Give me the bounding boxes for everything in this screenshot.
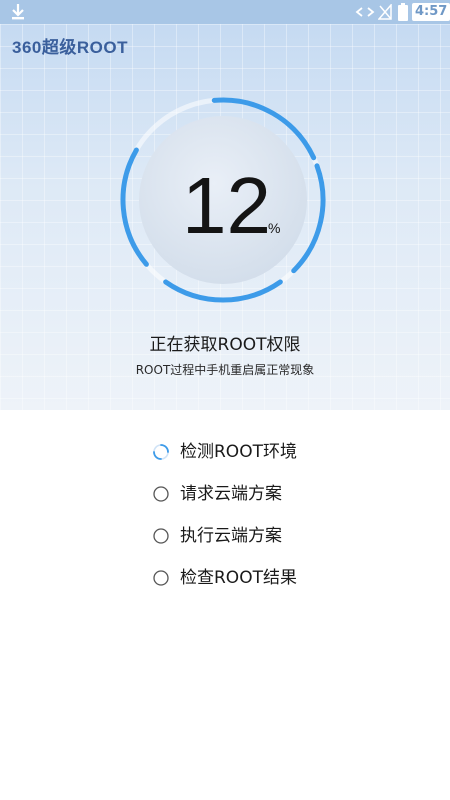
step-item-check-result: 检查ROOT结果	[152, 566, 297, 608]
step-list: 检测ROOT环境 请求云端方案 执行云端方案 检查ROOT结果	[152, 440, 297, 608]
status-subtitle: ROOT过程中手机重启属正常现象	[135, 363, 315, 377]
pending-circle-icon	[153, 570, 169, 586]
pending-circle-icon	[153, 528, 169, 544]
step-item-execute-cloud: 执行云端方案	[152, 524, 297, 566]
progress-percentage: 12	[182, 161, 271, 250]
gauge-arc-segment	[163, 279, 283, 303]
step-label: 执行云端方案	[180, 526, 282, 546]
step-label: 请求云端方案	[180, 484, 282, 504]
step-label: 检查ROOT结果	[180, 568, 297, 588]
battery-icon	[398, 3, 408, 21]
download-icon	[12, 4, 24, 20]
status-title: 正在获取ROOT权限	[149, 335, 301, 355]
loading-spinner-icon	[153, 444, 169, 460]
step-item-check-env: 检测ROOT环境	[152, 440, 297, 482]
sync-arrows-icon	[355, 7, 375, 17]
status-bar: 4:57	[0, 0, 450, 24]
progress-panel: 360超级ROOT 12 % 正在获取ROOT权限 ROOT过程中手机重启属正常…	[0, 24, 450, 410]
pending-circle-icon	[153, 486, 169, 502]
progress-unit: %	[268, 220, 281, 236]
step-item-request-cloud: 请求云端方案	[152, 482, 297, 524]
status-bar-clock: 4:57	[412, 3, 450, 21]
step-label: 检测ROOT环境	[180, 442, 297, 462]
app-logo: 360超级ROOT	[12, 38, 128, 57]
no-signal-icon	[378, 4, 392, 20]
